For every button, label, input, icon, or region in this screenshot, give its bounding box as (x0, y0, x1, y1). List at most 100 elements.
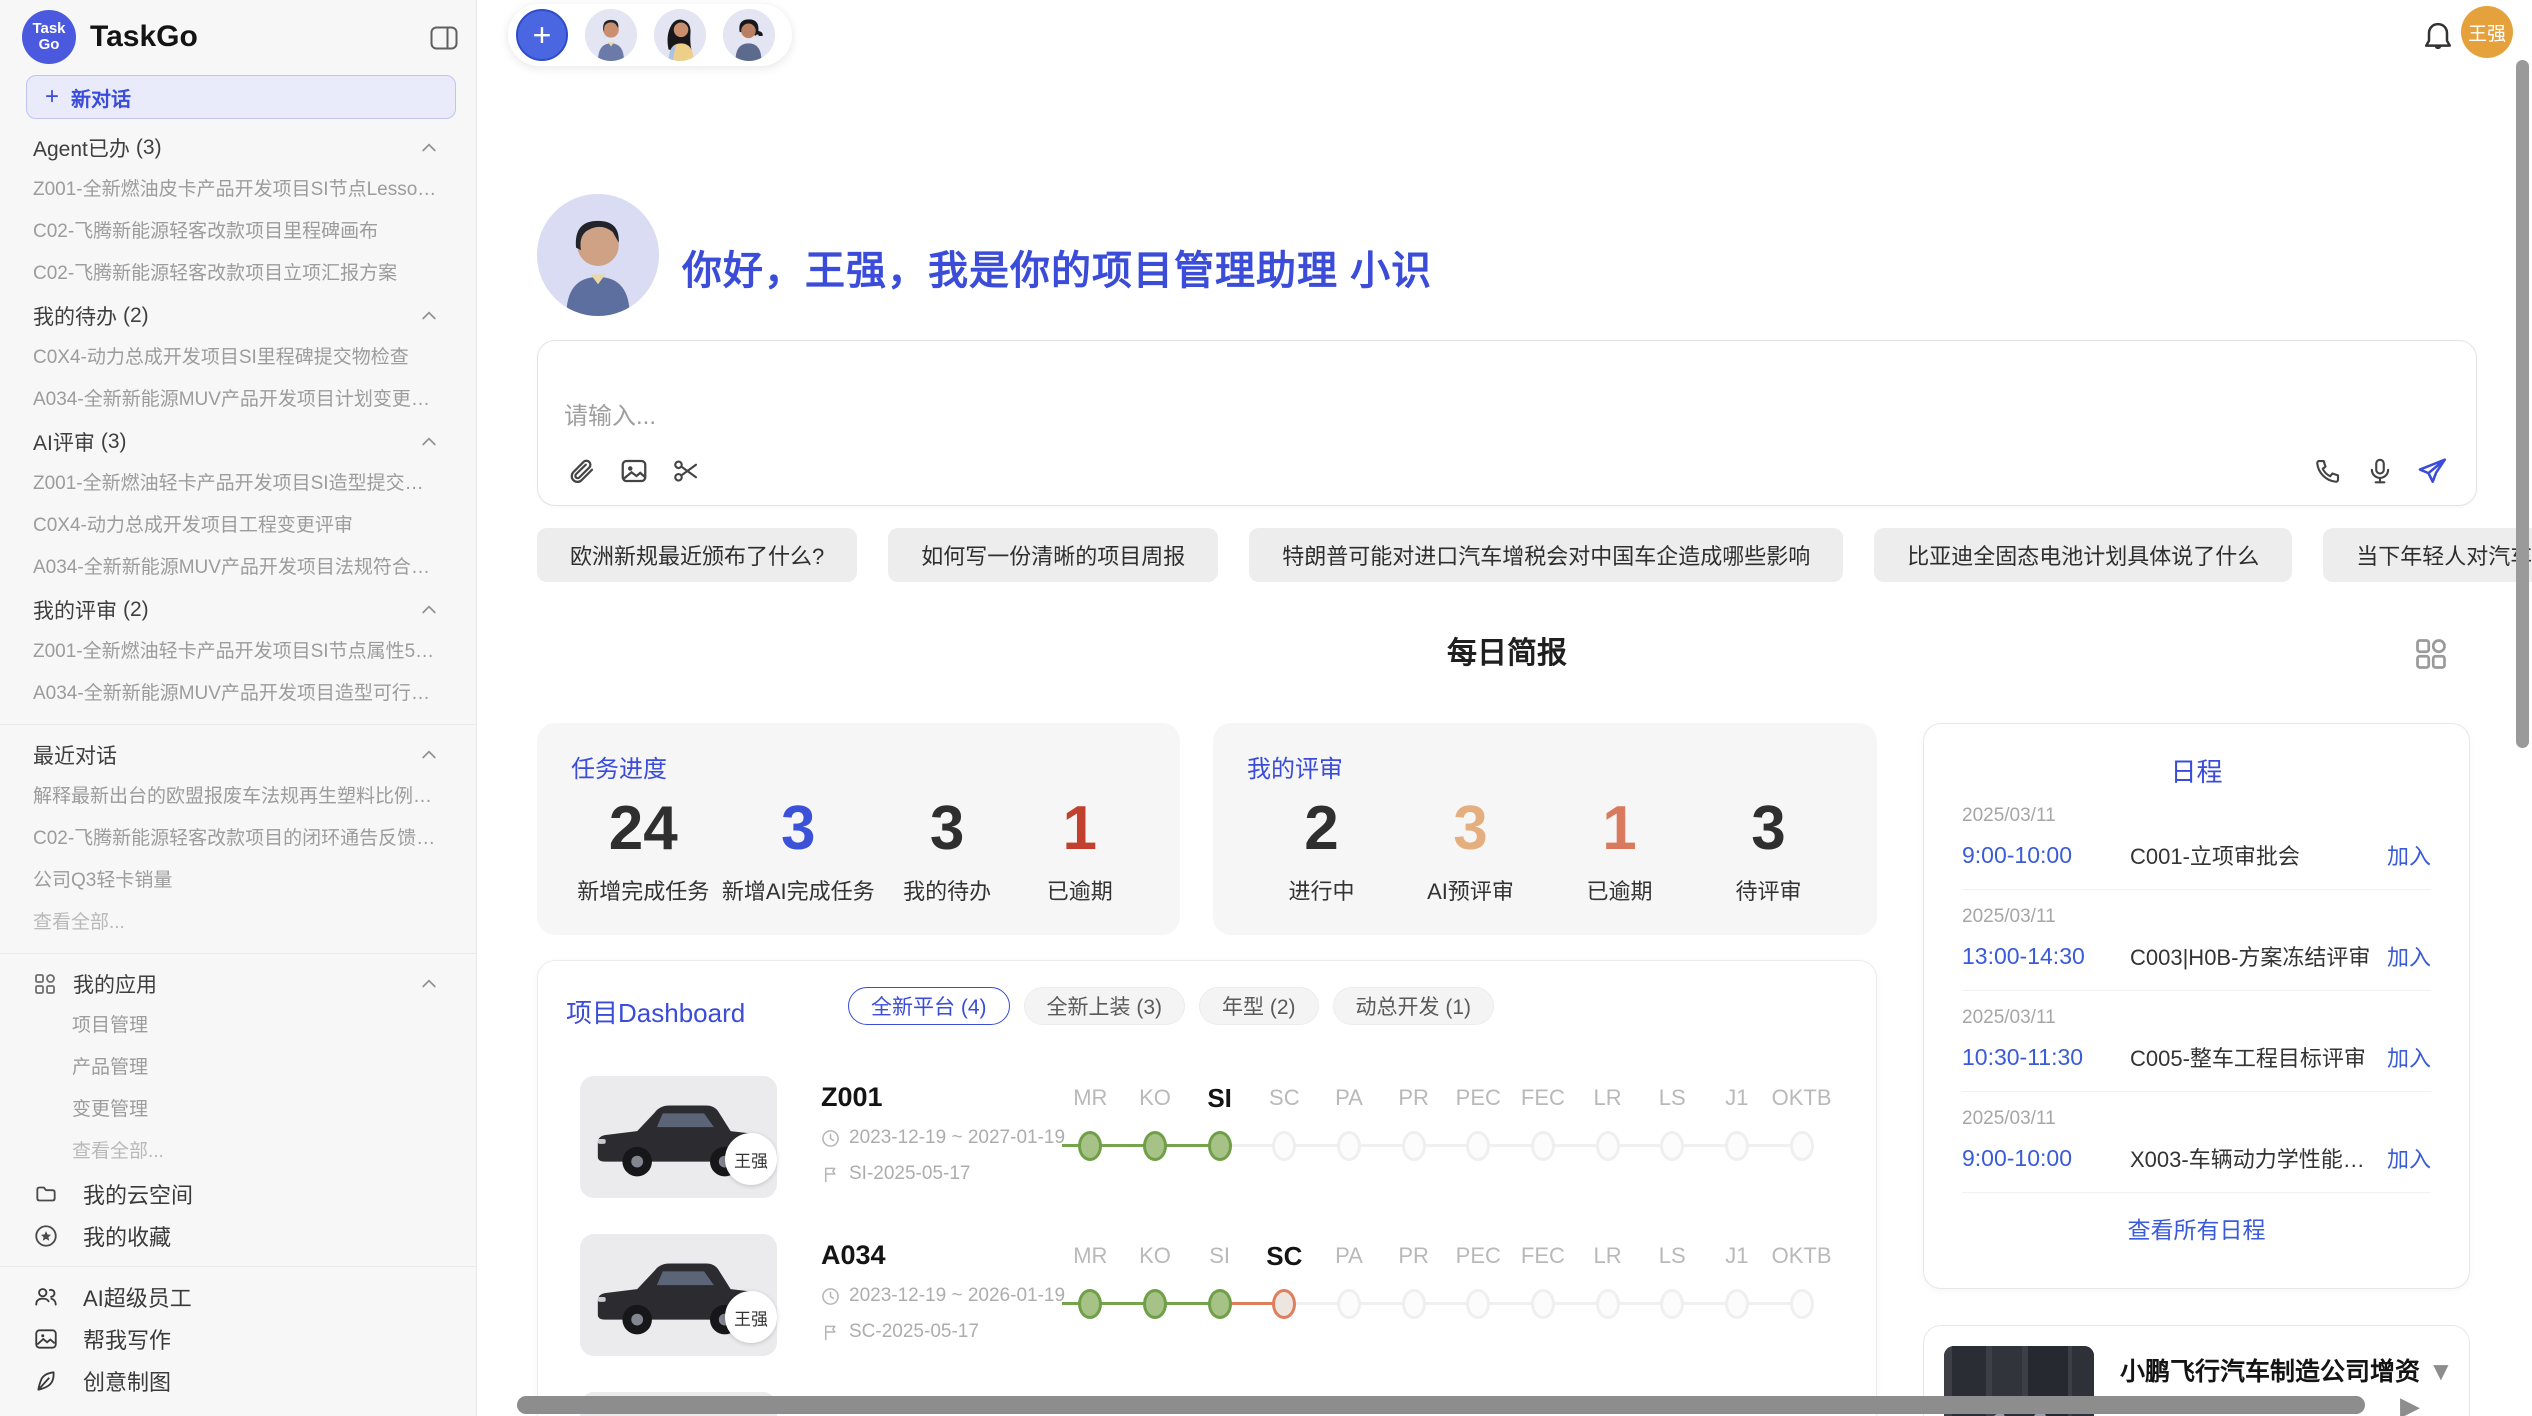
sidebar-item[interactable]: A034-全新新能源MUV产品开发项目计划变更表编写 (33, 379, 439, 421)
milestone-node-SC[interactable] (1272, 1131, 1296, 1161)
vertical-scrollbar[interactable] (2516, 60, 2529, 748)
chevron-up-icon (419, 600, 439, 620)
phone-icon[interactable] (2310, 453, 2346, 489)
sidebar-item[interactable]: C0X4-动力总成开发项目SI里程碑提交物检查 (33, 337, 409, 379)
dashboard-tab-1[interactable]: 全新上装 (3) (1024, 987, 1186, 1025)
schedule-date: 2025/03/11 (1962, 805, 2431, 827)
sidebar-menu-我的云空间[interactable]: 我的云空间 (0, 1173, 477, 1215)
sidebar-section-header-1[interactable]: 我的待办(2) (0, 295, 477, 337)
agent-avatar-3[interactable] (723, 9, 775, 61)
collapse-sidebar-icon[interactable] (430, 26, 458, 50)
divider (0, 953, 477, 954)
stat-label: 待评审 (1709, 874, 1829, 906)
new-chat-button[interactable]: + 新对话 (26, 75, 456, 119)
milestone-node-PR[interactable] (1402, 1131, 1426, 1161)
view-all-schedule-link[interactable]: 查看所有日程 (1962, 1211, 2431, 1245)
my-apps-header[interactable]: 我的应用 (0, 963, 477, 1005)
project-info: A0342023-12-19 ~ 2026-01-19SC-2025-05-17 (821, 1234, 1065, 1343)
menu-label: 帮我写作 (83, 1323, 171, 1355)
recent-chats-header[interactable]: 最近对话 (0, 734, 477, 776)
milestone-node-LR[interactable] (1596, 1131, 1620, 1161)
stat-value: 24 (577, 790, 709, 868)
add-agent-button[interactable]: + (516, 9, 568, 61)
milestone-node-KO[interactable] (1143, 1131, 1167, 1161)
milestone-node-KO[interactable] (1143, 1289, 1167, 1319)
sidebar-menu-我的收藏[interactable]: 我的收藏 (0, 1215, 477, 1257)
scissors-icon[interactable] (668, 453, 704, 489)
milestone-node-J1[interactable] (1725, 1131, 1749, 1161)
suggestion-chip-4[interactable]: 当下年轻人对汽车外观有怎样的喜好趋势 (2323, 528, 2532, 582)
layout-grid-icon[interactable] (2413, 636, 2449, 672)
milestone-node-FEC[interactable] (1531, 1289, 1555, 1319)
suggestion-chip-2[interactable]: 特朗普可能对进口汽车增税会对中国车企造成哪些影响 (1249, 528, 1843, 582)
app-item[interactable]: 产品管理 (72, 1047, 148, 1089)
milestone-node-LS[interactable] (1660, 1289, 1684, 1319)
scroll-right-arrow[interactable]: ▶ (2400, 1391, 2420, 1416)
recent-chat-item[interactable]: 解释最新出台的欧盟报废车法规再生塑料比例被调至15%... (33, 776, 439, 818)
sidebar-item[interactable]: Z001-全新燃油轻卡产品开发项目SI节点属性5D文件评审 (33, 631, 439, 673)
user-avatar[interactable]: 王强 (2461, 6, 2513, 58)
schedule-join-link[interactable]: 加入 (2387, 940, 2431, 972)
recent-view-all[interactable]: 查看全部... (33, 902, 125, 944)
image-icon[interactable] (616, 453, 652, 489)
recent-chat-item[interactable]: C02-飞腾新能源轻客改款项目的闭环通告反馈情况 (33, 818, 439, 860)
milestone-node-FEC[interactable] (1531, 1131, 1555, 1161)
milestone-node-SI[interactable] (1208, 1131, 1232, 1161)
milestone-node-J1[interactable] (1725, 1289, 1749, 1319)
attachment-icon[interactable] (564, 453, 600, 489)
schedule-join-link[interactable]: 加入 (2387, 1142, 2431, 1174)
stat-value: 2 (1262, 790, 1382, 868)
sidebar-item[interactable]: A034-全新新能源MUV产品开发项目造型可行性评审 (33, 673, 439, 715)
logo-line1: Task (32, 21, 65, 37)
horizontal-scrollbar[interactable] (517, 1396, 2365, 1414)
sidebar-item[interactable]: Z001-全新燃油轻卡产品开发项目SI造型提交物评审 (33, 463, 439, 505)
milestone-node-PEC[interactable] (1466, 1131, 1490, 1161)
sidebar-item[interactable]: C02-飞腾新能源轻客改款项目立项汇报方案 (33, 253, 397, 295)
milestone-node-PA[interactable] (1337, 1131, 1361, 1161)
sidebar-section-header-2[interactable]: AI评审(3) (0, 421, 477, 463)
milestone-node-PR[interactable] (1402, 1289, 1426, 1319)
chat-input[interactable] (564, 403, 1764, 431)
agent-avatar-1[interactable] (585, 9, 637, 61)
suggestion-chip-1[interactable]: 如何写一份清晰的项目周报 (888, 528, 1218, 582)
sidebar-section-header-3[interactable]: 我的评审(2) (0, 589, 477, 631)
agent-avatar-2[interactable] (654, 9, 706, 61)
app-item[interactable]: 变更管理 (72, 1089, 148, 1131)
milestone-node-SI[interactable] (1208, 1289, 1232, 1319)
app-item[interactable]: 项目管理 (72, 1005, 148, 1047)
milestone-node-PA[interactable] (1337, 1289, 1361, 1319)
milestone-node-MR[interactable] (1078, 1289, 1102, 1319)
milestone-node-OKTB[interactable] (1790, 1131, 1814, 1161)
sidebar-tool-帮我写作[interactable]: 帮我写作 (0, 1318, 477, 1360)
schedule-join-link[interactable]: 加入 (2387, 1041, 2431, 1073)
send-icon[interactable] (2414, 453, 2450, 489)
suggestion-chip-3[interactable]: 比亚迪全固态电池计划具体说了什么 (1874, 528, 2292, 582)
apps-view-all[interactable]: 查看全部... (72, 1131, 164, 1173)
recent-chat-item[interactable]: 公司Q3轻卡销量 (33, 860, 172, 902)
sidebar-item[interactable]: Z001-全新燃油皮卡产品开发项目SI节点Lesson Learn报告 (33, 169, 439, 211)
dashboard-tab-2[interactable]: 年型 (2) (1199, 987, 1319, 1025)
schedule-date: 2025/03/11 (1962, 906, 2431, 928)
suggestion-chip-0[interactable]: 欧洲新规最近颁布了什么? (537, 528, 857, 582)
sidebar-section-header-0[interactable]: Agent已办(3) (0, 127, 477, 169)
scroll-down-arrow[interactable]: ▼ (2428, 1356, 2454, 1387)
schedule-join-link[interactable]: 加入 (2387, 839, 2431, 871)
milestone-node-LS[interactable] (1660, 1131, 1684, 1161)
dashboard-tab-3[interactable]: 动总开发 (1) (1333, 987, 1495, 1025)
sidebar-tool-AI超级员工[interactable]: AI超级员工 (0, 1276, 477, 1318)
sidebar-item[interactable]: C0X4-动力总成开发项目工程变更评审 (33, 505, 353, 547)
sidebar-item[interactable]: A034-全新新能源MUV产品开发项目法规符合性评审 (33, 547, 439, 589)
people-icon (33, 1284, 59, 1310)
milestone-node-PEC[interactable] (1466, 1289, 1490, 1319)
milestone-node-LR[interactable] (1596, 1289, 1620, 1319)
project-date-range: 2023-12-19 ~ 2026-01-19 (821, 1285, 1065, 1307)
milestone-node-MR[interactable] (1078, 1131, 1102, 1161)
section-count: (3) (136, 136, 162, 160)
sidebar-item[interactable]: C02-飞腾新能源轻客改款项目里程碑画布 (33, 211, 378, 253)
notifications-bell-icon[interactable] (2421, 20, 2455, 56)
milestone-node-SC[interactable] (1272, 1289, 1296, 1319)
microphone-icon[interactable] (2362, 453, 2398, 489)
milestone-node-OKTB[interactable] (1790, 1289, 1814, 1319)
sidebar-tool-创意制图[interactable]: 创意制图 (0, 1360, 477, 1402)
dashboard-tab-0[interactable]: 全新平台 (4) (848, 987, 1010, 1025)
